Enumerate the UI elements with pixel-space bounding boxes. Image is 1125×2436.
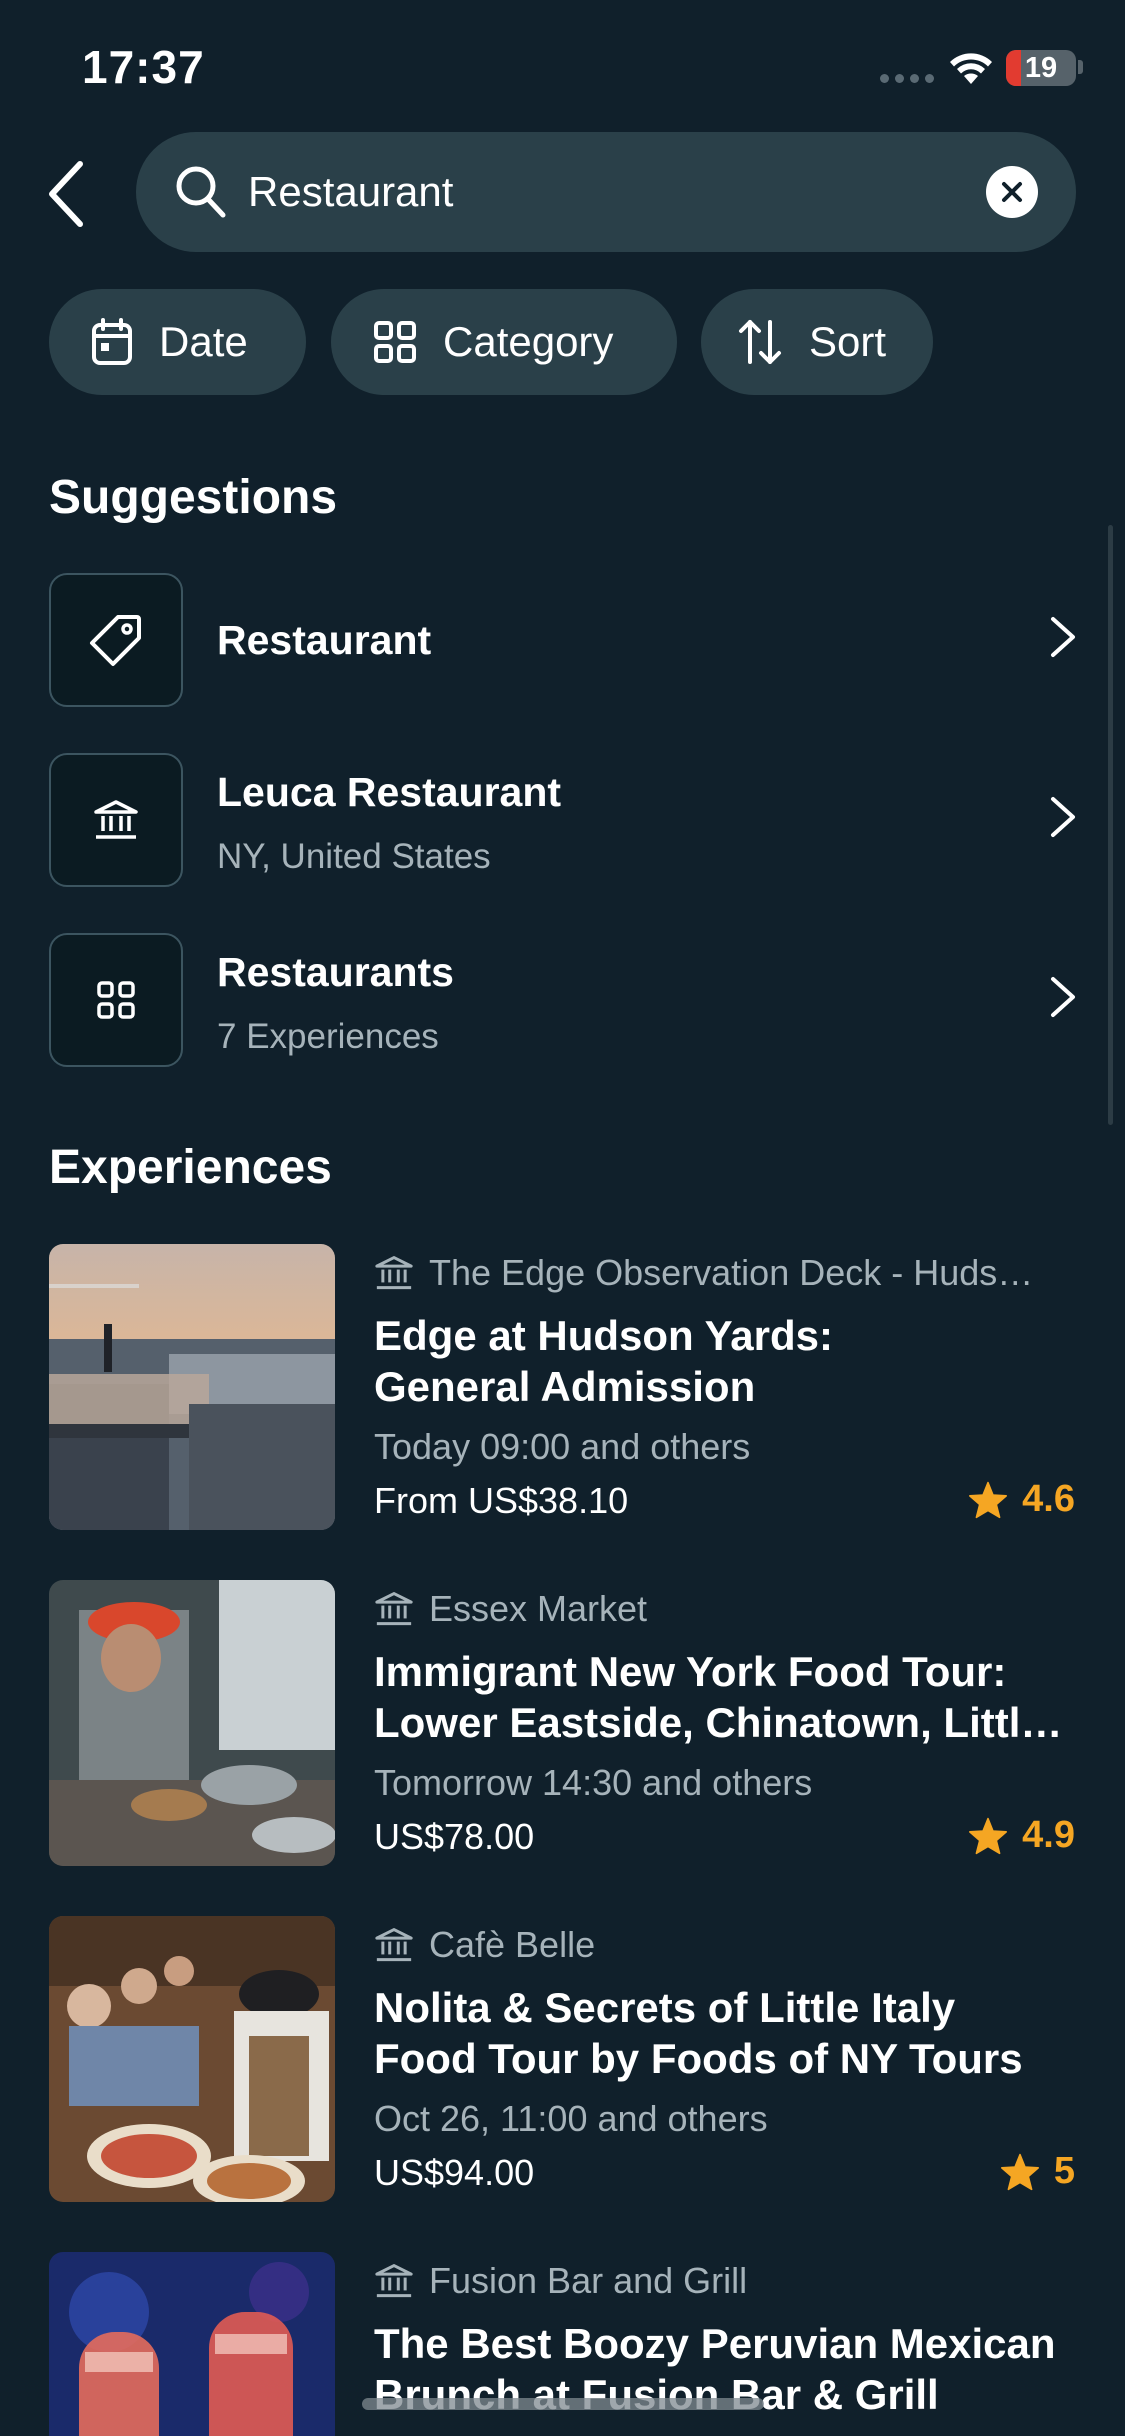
suggestion-item[interactable]: Leuca Restaurant NY, United States	[49, 753, 1077, 887]
experience-rating: 5	[1000, 2150, 1075, 2193]
suggestion-icon-box	[49, 933, 183, 1067]
suggestion-icon-box	[49, 573, 183, 707]
experience-venue: Fusion Bar and Grill	[375, 2260, 747, 2302]
experience-price: US$78.00	[374, 1816, 535, 1857]
experience-card[interactable]: Essex Market Immigrant New York Food Tou…	[49, 1580, 1077, 1870]
experience-card[interactable]: The Edge Observation Deck - Huds… Edge a…	[49, 1244, 1077, 1534]
experience-thumbnail	[49, 2252, 335, 2436]
experience-title: Immigrant New York Food Tour: Lower East…	[374, 1646, 1074, 1748]
suggestion-subtitle: 7 Experiences	[217, 1017, 439, 1056]
status-time: 17:37	[82, 41, 205, 93]
landmark-icon	[375, 1256, 413, 1290]
battery-level: 19	[1024, 52, 1058, 84]
calendar-icon	[92, 318, 132, 365]
battery-tip	[1078, 60, 1083, 74]
filter-category-button[interactable]: Category	[331, 289, 677, 395]
experience-venue: Essex Market	[375, 1588, 647, 1630]
experience-title-line: The Best Boozy Peruvian Mexican	[374, 2320, 1056, 2367]
experience-venue-name: The Edge Observation Deck - Huds…	[429, 1252, 1034, 1293]
chevron-right-icon	[1051, 797, 1075, 837]
sort-button[interactable]: Sort	[701, 289, 933, 395]
experience-price: US$94.00	[374, 2152, 535, 2193]
suggestion-title: Restaurant	[217, 617, 432, 663]
search-bar[interactable]: Restaurant	[136, 132, 1076, 252]
tag-icon	[90, 615, 141, 666]
experience-title-line: Food Tour by Foods of NY Tours	[374, 2035, 1023, 2082]
experience-date: Today 09:00 and others	[374, 1426, 751, 1467]
star-icon	[969, 1481, 1008, 1518]
rating-value: 4.6	[1022, 1478, 1075, 1520]
experience-title-line: Brunch at Fusion Bar & Grill	[374, 2371, 939, 2418]
star-icon	[1000, 2153, 1039, 2190]
experience-rating: 4.6	[968, 1478, 1075, 1521]
scrollbar[interactable]	[1108, 525, 1113, 1125]
filter-date-button[interactable]: Date	[49, 289, 306, 395]
experience-title: Edge at Hudson Yards: General Admission	[374, 1310, 1074, 1412]
rating-value: 4.9	[1022, 1814, 1075, 1856]
star-icon	[969, 1817, 1008, 1854]
chevron-right-icon	[1051, 617, 1075, 657]
home-indicator[interactable]	[362, 2398, 764, 2410]
back-button[interactable]	[44, 158, 94, 230]
grid-icon	[374, 321, 416, 363]
experience-title-line: Nolita & Secrets of Little Italy	[374, 1984, 956, 2031]
experience-title: Nolita & Secrets of Little Italy Food To…	[374, 1982, 1074, 2084]
cellular-signal-icon	[880, 74, 934, 83]
close-icon	[1002, 182, 1022, 202]
chevron-right-icon	[1051, 977, 1075, 1017]
rating-value: 5	[1053, 2150, 1075, 2192]
experience-card[interactable]: Cafè Belle Nolita & Secrets of Little It…	[49, 1916, 1077, 2206]
experience-thumbnail	[49, 1244, 335, 1530]
experience-thumbnail	[49, 1916, 335, 2202]
landmark-icon	[375, 1928, 413, 1962]
wifi-icon	[950, 53, 992, 84]
experience-title-line: General Admission	[374, 1363, 756, 1410]
suggestion-item[interactable]: Restaurant	[49, 573, 1077, 707]
experiences-heading: Experiences	[49, 1141, 332, 1194]
suggestion-subtitle: NY, United States	[217, 837, 491, 876]
search-input[interactable]: Restaurant	[248, 132, 453, 252]
experience-venue-name: Essex Market	[429, 1588, 648, 1629]
experience-rating: 4.9	[968, 1814, 1075, 1857]
battery-icon: 19	[1006, 50, 1076, 86]
experience-date: Oct 26, 11:00 and others	[374, 2098, 768, 2139]
experience-thumbnail	[49, 1580, 335, 1866]
suggestion-icon-box	[49, 753, 183, 887]
experience-title-line: Edge at Hudson Yards:	[374, 1312, 833, 1359]
search-icon	[176, 166, 226, 218]
experience-title-line: Lower Eastside, Chinatown, Littl…	[374, 1699, 1063, 1746]
sort-icon	[739, 320, 781, 364]
landmark-icon	[94, 800, 138, 839]
experience-price: From US$38.10	[374, 1480, 629, 1521]
suggestion-title: Leuca Restaurant	[217, 769, 562, 815]
landmark-icon	[375, 1592, 413, 1626]
suggestions-heading: Suggestions	[49, 471, 338, 524]
filter-date-label: Date	[159, 318, 248, 365]
filter-category-label: Category	[443, 318, 614, 365]
experience-title-line: Immigrant New York Food Tour:	[374, 1648, 1007, 1695]
experience-date: Tomorrow 14:30 and others	[374, 1762, 813, 1803]
sort-label: Sort	[809, 318, 887, 365]
experience-venue: Cafè Belle	[375, 1924, 595, 1966]
grid-icon	[97, 981, 135, 1019]
suggestion-item[interactable]: Restaurants 7 Experiences	[49, 933, 1077, 1067]
experience-venue-name: Fusion Bar and Grill	[429, 2260, 748, 2301]
landmark-icon	[375, 2264, 413, 2298]
experience-venue: The Edge Observation Deck - Huds…	[375, 1252, 1033, 1294]
suggestion-title: Restaurants	[217, 949, 454, 995]
experience-venue-name: Cafè Belle	[429, 1924, 596, 1965]
clear-search-button[interactable]	[986, 166, 1038, 218]
